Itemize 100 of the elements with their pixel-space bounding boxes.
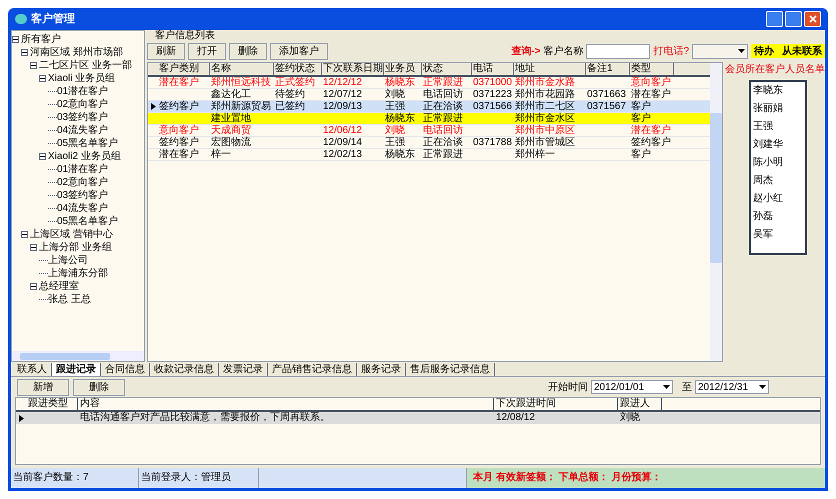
status-text: 当前客户数量：7 (11, 468, 139, 488)
close-button[interactable] (804, 11, 821, 27)
start-date-field[interactable]: 2012/01/01 (591, 380, 673, 394)
tab[interactable]: 发票记录 (219, 363, 268, 376)
column-header[interactable]: 下次跟进时间 (494, 398, 618, 410)
toolbar-button[interactable]: 添加客户 (270, 42, 328, 60)
phone-label: 打电话? (653, 44, 689, 58)
tree-item[interactable]: 02意向客户 (57, 98, 108, 110)
table-cell-text: 客户 (630, 113, 652, 124)
tree-item[interactable]: 张总 王总 (48, 294, 91, 306)
collapse-icon[interactable] (21, 231, 28, 238)
table-row[interactable]: 签约客户 宏图物流 12/09/14 王强 正在洽谈 0371788 郑州市管城区 签约客户 (148, 137, 710, 149)
table-row[interactable]: 电话沟通客户对产品比较满意，需要报价，下周再联系。 12/08/12 刘晓 (16, 412, 820, 424)
dropdown-caret-icon (759, 385, 766, 389)
column-header[interactable]: 下次联系日期 (322, 63, 384, 75)
collapse-icon[interactable] (21, 49, 28, 56)
end-date-field[interactable]: 2012/12/31 (695, 380, 769, 394)
search-field[interactable] (586, 44, 650, 58)
vertical-scrollbar[interactable] (710, 63, 722, 361)
tree-item[interactable]: 上海分部 业务组 (39, 242, 112, 254)
tree-item[interactable]: 05黑名单客户 (57, 216, 118, 228)
tree-item[interactable]: Xiaoli 业务员组 (48, 72, 116, 84)
tree-item[interactable]: 03签约客户 (57, 190, 108, 202)
tab[interactable]: 收款记录信息 (150, 363, 219, 376)
table-cell-text: 正在洽谈 (422, 101, 464, 112)
table-cell-text: 宏图物流 (210, 137, 252, 148)
table-row[interactable]: 潜在客户 梓一 12/02/13 杨晓东 正常跟进 郑州梓一 客户 (148, 149, 710, 161)
staff-item[interactable]: 王强 (753, 118, 805, 136)
table-cell-text: 王强 (384, 137, 406, 148)
column-header[interactable]: 状态 (422, 63, 472, 75)
staff-item[interactable]: 赵小红 (753, 190, 805, 208)
tree-item[interactable]: 上海浦东分部 (48, 268, 108, 280)
action-button[interactable]: 新增 (17, 378, 69, 396)
staff-item[interactable]: 刘建华 (753, 136, 805, 154)
table-cell-text: 客户 (630, 101, 652, 112)
collapse-icon[interactable] (30, 244, 37, 251)
column-header[interactable]: 类型 (630, 63, 674, 75)
tree-item[interactable]: 02意向客户 (57, 176, 108, 188)
action-button[interactable]: 删除 (73, 378, 125, 396)
tree-item[interactable]: 上海公司 (48, 254, 88, 266)
tab[interactable]: 合同信息 (101, 363, 150, 376)
tab[interactable]: 产品销售记录信息 (268, 363, 357, 376)
tree-item[interactable]: 04流失客户 (57, 202, 108, 214)
table-cell-text: 0371000 (472, 77, 513, 88)
column-header[interactable]: 业务员 (384, 63, 422, 75)
table-cell-text: 12/09/14 (322, 137, 363, 148)
staff-item[interactable]: 陈小明 (753, 154, 805, 172)
tree-item[interactable]: Xiaoli2 业务员组 (48, 150, 121, 162)
tree-item[interactable]: 01潜在客户 (57, 86, 108, 98)
tree-item[interactable]: 03签约客户 (57, 112, 108, 124)
toolbar-button[interactable]: 刷新 (147, 42, 185, 60)
toolbar-button[interactable]: 删除 (229, 42, 267, 60)
tree-item[interactable]: 01潜在客户 (57, 164, 108, 176)
column-header[interactable]: 电话 (472, 63, 514, 75)
column-header[interactable]: 跟进人 (618, 398, 662, 410)
tree-item[interactable]: 05黑名单客户 (57, 138, 118, 150)
table-cell-text: 客户 (630, 149, 652, 160)
toolbar-button[interactable]: 打开 (188, 42, 226, 60)
column-header[interactable]: 地址 (514, 63, 586, 75)
table-row[interactable]: 建业置地 杨晓东 正常跟进 郑州市金水区 客户 (148, 113, 710, 125)
window-title: 客户管理 (31, 12, 75, 27)
table-row[interactable]: 签约客户 郑州新源贸易 已签约 12/09/13 王强 正在洽谈 0371566 郑州市二七区 0371567 客户 (148, 101, 710, 113)
column-header[interactable]: 跟进类型 (26, 398, 78, 410)
tab[interactable]: 售后服务记录信息 (406, 363, 495, 376)
table-cell-text: 电话沟通客户对产品比较满意，需要报价，下周再联系。 (79, 412, 331, 424)
table-row[interactable]: 潜在客户 郑州恒远科技 正式签约 12/12/12 杨晓东 正常跟进 0371000 郑州市金水路 意向客户 (148, 77, 710, 89)
column-header[interactable]: 名称 (210, 63, 274, 75)
staff-item[interactable]: 张丽娟 (753, 100, 805, 118)
tree-item[interactable]: 河南区域 郑州市场部 (30, 46, 123, 58)
collapse-icon[interactable] (30, 283, 37, 290)
tree-item[interactable]: 二七区片区 业务一部 (39, 60, 132, 72)
collapse-icon[interactable] (39, 75, 46, 82)
search-label-prefix: 查询-> (511, 44, 540, 58)
table-row[interactable]: 意向客户 天成商贸 12/06/12 刘晓 电话回访 郑州市中原区 潜在客户 (148, 125, 710, 137)
collapse-icon[interactable] (39, 153, 46, 160)
column-header[interactable]: 签约状态 (274, 63, 322, 75)
column-header[interactable]: 内容 (78, 398, 494, 410)
staff-item[interactable]: 周杰 (753, 172, 805, 190)
table-cell-text: 正常跟进 (422, 113, 464, 124)
tab[interactable]: 跟进记录 (52, 363, 101, 376)
table-cell-text: 郑州市金水区 (514, 113, 576, 124)
table-cell-text: 郑州新源贸易 (210, 101, 272, 112)
table-cell-text: 潜在客户 (630, 125, 672, 136)
collapse-icon[interactable] (12, 36, 19, 43)
table-cell-text: 潜在客户 (630, 89, 672, 100)
maximize-button[interactable] (785, 11, 802, 27)
tree-item[interactable]: 上海区域 营销中心 (30, 228, 113, 240)
table-cell-text: 电话回访 (422, 125, 464, 136)
horizontal-scrollbar[interactable] (12, 351, 144, 361)
staff-item[interactable]: 李晓东 (753, 82, 805, 100)
tab[interactable]: 服务记录 (357, 363, 406, 376)
status-text: 当前登录人：管理员 (139, 468, 259, 488)
staff-item[interactable]: 孙磊 (753, 208, 805, 226)
minimize-button[interactable] (766, 11, 783, 27)
collapse-icon[interactable] (30, 62, 37, 69)
table-cell-text: 签约客户 (630, 137, 672, 148)
tree-item[interactable]: 总经理室 (39, 280, 79, 292)
tree-item[interactable]: 04流失客户 (57, 124, 108, 136)
tree-item[interactable]: 所有客户 (21, 34, 61, 46)
staff-item[interactable]: 吴军 (753, 226, 805, 244)
